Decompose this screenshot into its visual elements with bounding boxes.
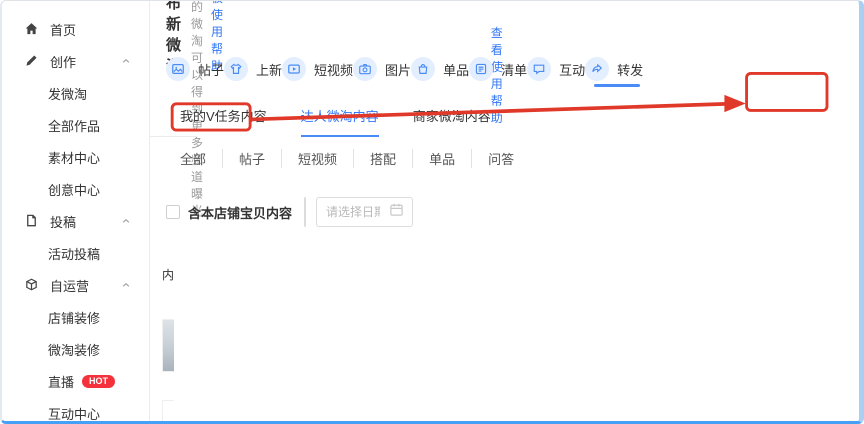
annotation-arrowhead xyxy=(724,95,745,112)
publish-type-item[interactable]: 单品 xyxy=(411,45,469,93)
sidebar-item-label: 直播 xyxy=(48,372,74,391)
sidebar-item-label: 投稿 xyxy=(50,212,76,231)
sidebar-item-label: 互动中心 xyxy=(48,404,100,423)
cube-icon xyxy=(24,277,40,293)
caret-up-icon xyxy=(121,56,131,66)
sidebar-item-label: 活动投稿 xyxy=(48,244,100,263)
sidebar-item-label: 创意中心 xyxy=(48,180,100,199)
publish-type-label: 帖子 xyxy=(198,60,224,79)
sidebar-item-label: 自运营 xyxy=(50,276,89,295)
filter-outfit[interactable]: 搭配 xyxy=(353,149,412,168)
chat-icon xyxy=(532,62,546,76)
shirt-icon xyxy=(229,62,243,76)
annotation-box-post-weitao xyxy=(172,104,250,130)
doc-icon xyxy=(24,213,40,229)
publish-type-forward[interactable]: 转发 xyxy=(585,45,643,93)
publish-type-icon-wrap xyxy=(411,57,435,81)
caret-up-icon xyxy=(121,280,131,290)
publish-type-new[interactable]: 上新 xyxy=(224,45,282,93)
pen-icon xyxy=(24,53,40,69)
app-window: 首页创作发微淘全部作品素材中心创意中心投稿活动投稿自运营店铺装修微淘装修直播 HO… xyxy=(0,0,864,424)
annotation-arrow-line xyxy=(250,104,726,120)
sidebar-item-label: 微淘装修 xyxy=(48,340,100,359)
list-icon xyxy=(474,62,488,76)
publish-type-list[interactable]: 清单 xyxy=(469,45,527,93)
sidebar-item-label: 创作 xyxy=(50,52,76,71)
sidebar-item-submission[interactable]: 投稿 xyxy=(2,205,149,237)
publish-type-icon-wrap xyxy=(224,57,248,81)
hot-badge: HOT xyxy=(82,375,115,388)
forward-icon xyxy=(590,62,604,76)
publish-type-post[interactable]: 帖子 xyxy=(166,45,224,93)
sidebar: 首页创作发微淘全部作品素材中心创意中心投稿活动投稿自运营店铺装修微淘装修直播 HO… xyxy=(2,1,150,421)
publish-type-label: 图片 xyxy=(385,60,411,79)
publish-type-icon-wrap xyxy=(166,57,190,81)
sidebar-item-event-submission[interactable]: 活动投稿 xyxy=(2,237,149,269)
caret-up-icon xyxy=(121,216,131,226)
sidebar-item-weitao-decorate[interactable]: 微淘装修 xyxy=(2,333,149,365)
sidebar-item-label: 素材中心 xyxy=(48,148,100,167)
post-icon xyxy=(171,62,185,76)
filter-qa[interactable]: 问答 xyxy=(471,149,530,168)
sidebar-item-self-operate[interactable]: 自运营 xyxy=(2,269,149,301)
sidebar-item-material-center[interactable]: 素材中心 xyxy=(2,141,149,173)
filter-all[interactable]: 全部 xyxy=(180,149,222,168)
sidebar-item-label: 首页 xyxy=(50,20,76,39)
sidebar-item-shop-decorate[interactable]: 店铺装修 xyxy=(2,301,149,333)
publish-type-label: 互动 xyxy=(559,60,585,79)
video-icon xyxy=(287,62,301,76)
sidebar-item-label: 店铺装修 xyxy=(48,308,100,327)
annotation-box-forward xyxy=(747,73,827,110)
publish-type-icon-wrap xyxy=(469,57,493,81)
sidebar-item-create[interactable]: 创作 xyxy=(2,45,149,77)
filter-video[interactable]: 短视频 xyxy=(281,149,353,168)
publish-type-label: 上新 xyxy=(256,60,282,79)
sidebar-item-label: 全部作品 xyxy=(48,116,100,135)
publish-type-icon-wrap xyxy=(585,57,609,81)
filter-post[interactable]: 帖子 xyxy=(222,149,281,168)
home-icon xyxy=(24,21,40,37)
sidebar-item-interact-center[interactable]: 互动中心 xyxy=(2,397,149,424)
publish-type-label: 短视频 xyxy=(314,60,353,79)
sidebar-item-home[interactable]: 首页 xyxy=(2,13,149,45)
sidebar-item-idea-center[interactable]: 创意中心 xyxy=(2,173,149,205)
publish-type-icon-wrap xyxy=(282,57,306,81)
sidebar-item-post-weitao[interactable]: 发微淘 xyxy=(2,77,149,109)
publish-type-label: 转发 xyxy=(617,60,643,79)
publish-type-icon-wrap xyxy=(353,57,377,81)
publish-type-label: 单品 xyxy=(443,60,469,79)
bag-icon xyxy=(416,62,430,76)
publish-type-interact[interactable]: 互动 xyxy=(527,45,585,93)
publish-type-video[interactable]: 短视频 xyxy=(282,45,353,93)
sidebar-item-label: 发微淘 xyxy=(48,84,87,103)
sidebar-item-live[interactable]: 直播 HOT xyxy=(2,365,149,397)
publish-type-image[interactable]: 图片 xyxy=(353,45,411,93)
publish-type-label: 清单 xyxy=(501,60,527,79)
camera-icon xyxy=(358,62,372,76)
sidebar-item-all-works[interactable]: 全部作品 xyxy=(2,109,149,141)
publish-type-icon-wrap xyxy=(527,57,551,81)
filter-item[interactable]: 单品 xyxy=(412,149,471,168)
